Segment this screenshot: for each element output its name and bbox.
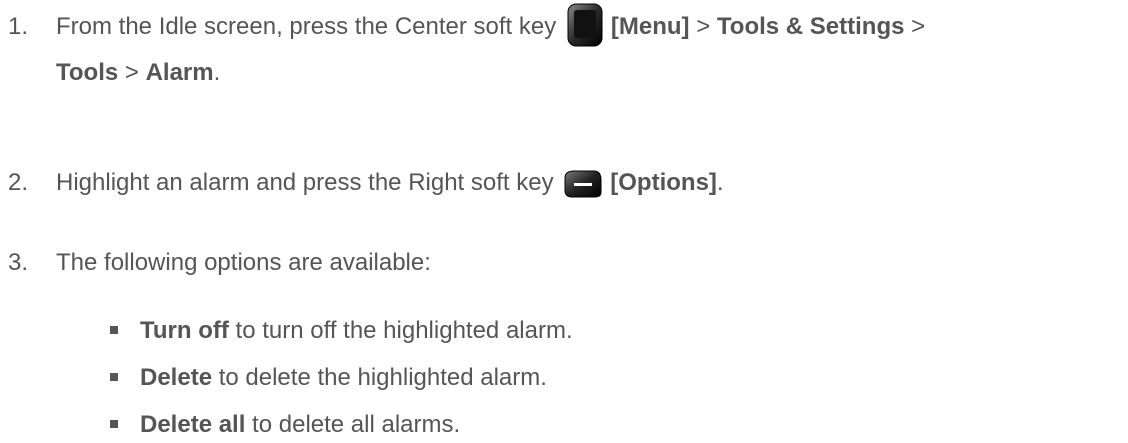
step-number: 1. xyxy=(8,13,29,40)
bullet-icon xyxy=(110,326,118,334)
instructions-document: 1. From the Idle screen, press the Cente… xyxy=(0,0,1128,443)
bullet-icon xyxy=(110,420,118,428)
step-3: 3. The following options are available: xyxy=(8,240,431,286)
list-item: Delete all to delete all alarms. xyxy=(110,408,460,442)
list-item: Turn off to turn off the highlighted ala… xyxy=(110,314,573,348)
bullet-icon xyxy=(110,373,118,381)
step-1: 1. From the Idle screen, press the Cente… xyxy=(8,3,1118,96)
step-text: The following options are available: xyxy=(56,249,431,276)
step-2: 2. Highlight an alarm and press the Righ… xyxy=(8,160,724,206)
right-soft-key-icon xyxy=(564,168,602,198)
center-soft-key-icon xyxy=(567,3,603,47)
step-number: 2. xyxy=(8,169,29,196)
step-number: 3. xyxy=(8,249,29,276)
step-text: Highlight an alarm and press the Right s… xyxy=(56,168,724,198)
list-item: Delete to delete the highlighted alarm. xyxy=(110,361,547,395)
step-text: From the Idle screen, press the Center s… xyxy=(56,3,925,96)
